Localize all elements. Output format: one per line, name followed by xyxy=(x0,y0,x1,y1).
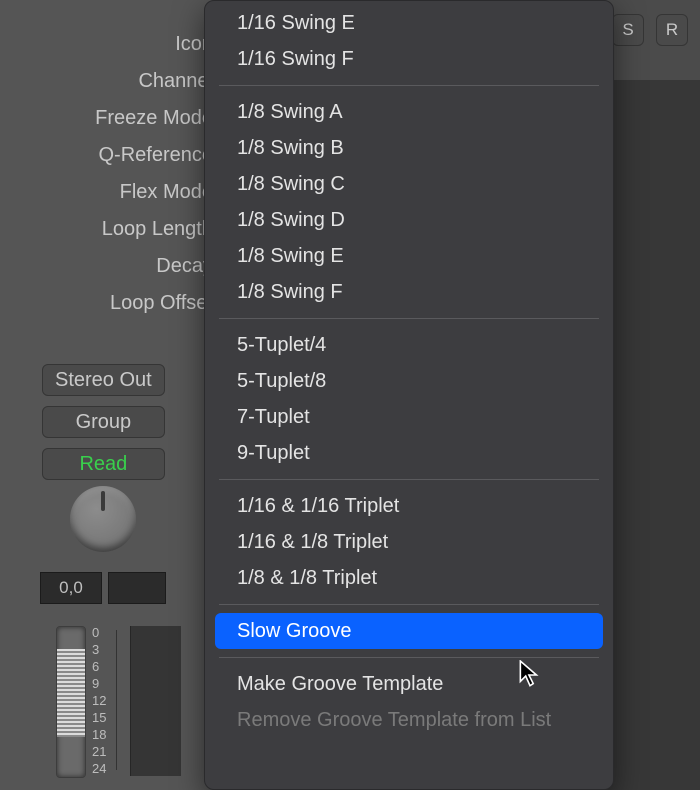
meter-divider xyxy=(116,630,117,770)
menu-item[interactable]: 1/8 Swing F xyxy=(215,274,603,310)
inspector-panel: Icon Channel Freeze Mode Q-Reference Fle… xyxy=(0,0,230,790)
menu-separator xyxy=(219,604,599,605)
menu-item[interactable]: 1/8 Swing C xyxy=(215,166,603,202)
label-freeze-mode: Freeze Mode xyxy=(95,100,213,137)
menu-separator xyxy=(219,479,599,480)
label-q-reference: Q-Reference xyxy=(95,137,213,174)
menu-item[interactable]: 5-Tuplet/4 xyxy=(215,327,603,363)
menu-item[interactable]: 1/16 & 1/16 Triplet xyxy=(215,488,603,524)
menu-item[interactable]: 7-Tuplet xyxy=(215,399,603,435)
menu-separator xyxy=(219,85,599,86)
menu-item[interactable]: 1/16 Swing F xyxy=(215,41,603,77)
menu-item[interactable]: 1/8 & 1/8 Triplet xyxy=(215,560,603,596)
label-flex-mode: Flex Mode xyxy=(95,174,213,211)
peak-display[interactable] xyxy=(108,572,166,604)
menu-separator xyxy=(219,657,599,658)
label-channel: Channel xyxy=(95,63,213,100)
solo-button[interactable]: S xyxy=(612,14,644,46)
record-enable-button[interactable]: R xyxy=(656,14,688,46)
volume-fader[interactable] xyxy=(130,626,181,776)
menu-item-selected[interactable]: Slow Groove xyxy=(215,613,603,649)
meter-zone: 0 3 6 9 12 15 18 21 24 xyxy=(44,626,184,776)
menu-item[interactable]: 1/8 Swing D xyxy=(215,202,603,238)
group-button[interactable]: Group xyxy=(42,406,165,438)
menu-item-remove-groove: Remove Groove Template from List xyxy=(215,702,603,738)
menu-separator xyxy=(219,318,599,319)
label-icon: Icon xyxy=(95,26,213,63)
stereo-out-button[interactable]: Stereo Out xyxy=(42,364,165,396)
pan-knob[interactable] xyxy=(70,486,136,552)
menu-item[interactable]: 1/8 Swing B xyxy=(215,130,603,166)
label-loop-offset: Loop Offset xyxy=(95,285,213,322)
automation-mode-button[interactable]: Read xyxy=(42,448,165,480)
value-display[interactable]: 0,0 xyxy=(40,572,102,604)
quantize-menu[interactable]: 1/16 Swing E 1/16 Swing F 1/8 Swing A 1/… xyxy=(204,0,614,790)
meter-scale: 0 3 6 9 12 15 18 21 24 xyxy=(92,624,106,777)
level-meter xyxy=(56,626,86,778)
menu-item-make-groove[interactable]: Make Groove Template xyxy=(215,666,603,702)
menu-item[interactable]: 5-Tuplet/8 xyxy=(215,363,603,399)
menu-item[interactable]: 9-Tuplet xyxy=(215,435,603,471)
menu-item[interactable]: 1/16 & 1/8 Triplet xyxy=(215,524,603,560)
menu-item[interactable]: 1/8 Swing E xyxy=(215,238,603,274)
inspector-labels: Icon Channel Freeze Mode Q-Reference Fle… xyxy=(95,26,213,322)
menu-item[interactable]: 1/8 Swing A xyxy=(215,94,603,130)
label-loop-length: Loop Length xyxy=(95,211,213,248)
label-decay: Decay xyxy=(95,248,213,285)
menu-item[interactable]: 1/16 Swing E xyxy=(215,5,603,41)
